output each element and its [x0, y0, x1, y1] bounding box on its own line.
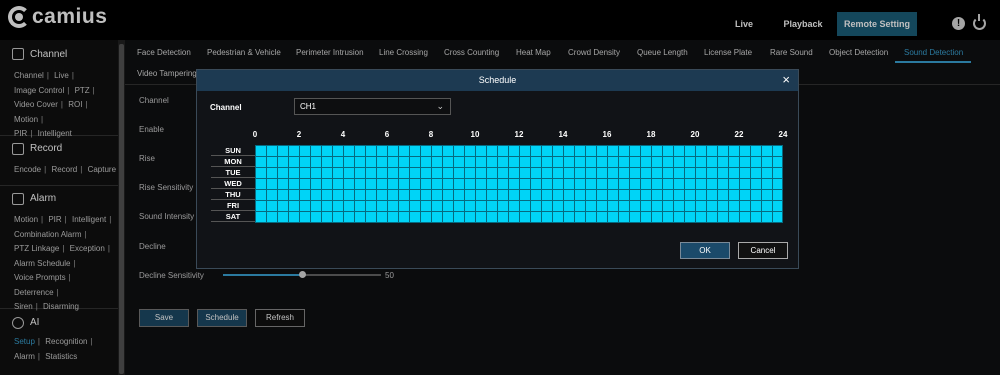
dialog-title: Schedule	[478, 75, 517, 85]
cancel-button[interactable]: Cancel	[738, 242, 788, 259]
schedule-grid[interactable]	[255, 145, 783, 223]
close-icon[interactable]: ×	[782, 73, 790, 87]
hour-label: 4	[340, 130, 346, 139]
hour-label: 18	[646, 130, 656, 139]
hour-label: 2	[296, 130, 302, 139]
day-label: TUE	[211, 167, 255, 178]
schedule-dialog: Schedule × Channel CH1 ⌄ 0 2 4 6 8 10 12 14 16 18…	[196, 69, 799, 269]
hour-label: 16	[602, 130, 612, 139]
day-label: THU	[211, 189, 255, 200]
hour-scale: 0 2 4 6 8 10 12 14 16 18 20 22 24	[245, 130, 793, 142]
day-label: SAT	[211, 211, 255, 222]
hour-label: 22	[734, 130, 744, 139]
day-label: FRI	[211, 200, 255, 211]
hour-label: 10	[470, 130, 480, 139]
dialog-channel-label: Channel	[210, 103, 242, 112]
hour-label: 20	[690, 130, 700, 139]
hour-label: 24	[778, 130, 788, 139]
day-label: MON	[211, 156, 255, 167]
hour-label: 8	[428, 130, 434, 139]
channel-select[interactable]: CH1 ⌄	[294, 98, 451, 115]
ok-button[interactable]: OK	[680, 242, 730, 259]
dialog-header: Schedule ×	[197, 70, 798, 91]
channel-select-value: CH1	[300, 102, 317, 111]
day-label: WED	[211, 178, 255, 189]
hour-label: 6	[384, 130, 390, 139]
schedule-grid-lines	[255, 145, 783, 223]
day-label: SUN	[211, 145, 255, 156]
chevron-down-icon: ⌄	[436, 101, 444, 111]
hour-label: 12	[514, 130, 524, 139]
hour-label: 14	[558, 130, 568, 139]
hour-label: 0	[252, 130, 258, 139]
